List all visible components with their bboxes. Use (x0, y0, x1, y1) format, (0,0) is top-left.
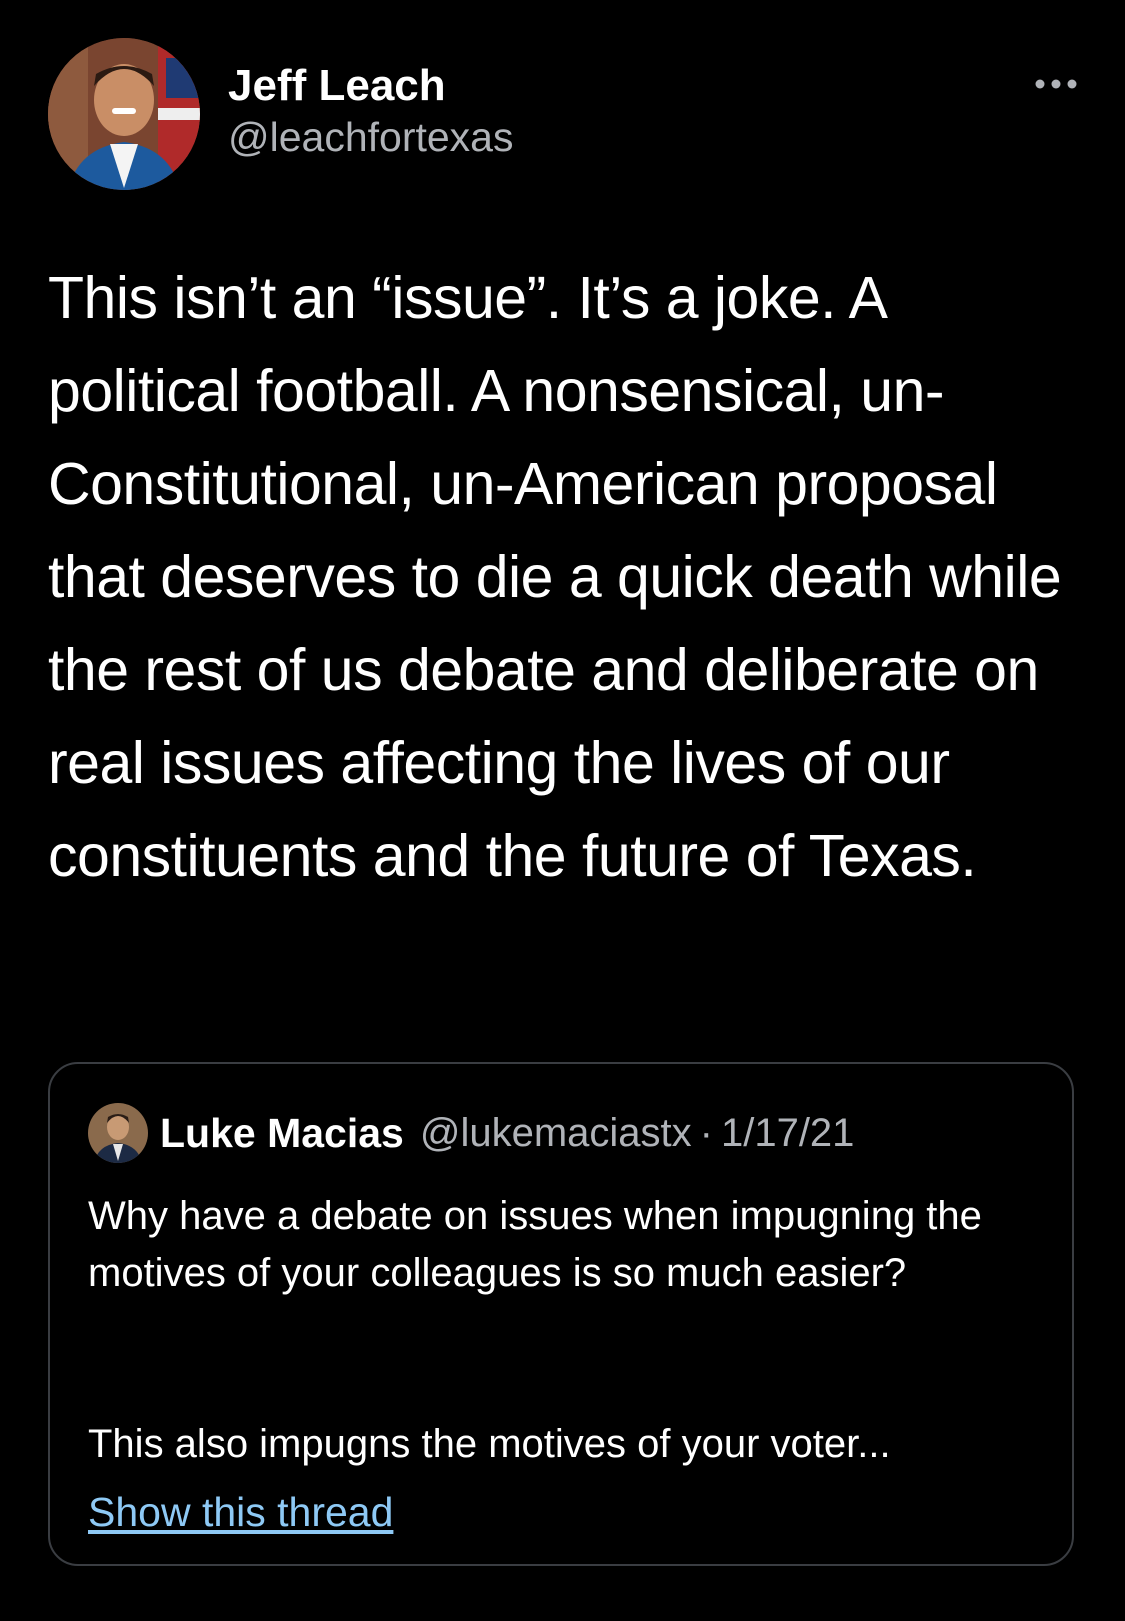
quoted-tweet-text-continued: This also impugns the motives of your vo… (88, 1422, 891, 1466)
quoted-tweet-text: Why have a debate on issues when impugni… (88, 1194, 982, 1295)
quoted-tweet-header: Luke Macias @lukemaciastx · 1/17/21 (88, 1102, 854, 1164)
tweet: Jeff Leach @leachfortexas This isn’t an … (0, 0, 1125, 1621)
author-avatar[interactable] (48, 38, 200, 190)
more-horizontal-icon[interactable] (1034, 74, 1078, 94)
author-display-name[interactable]: Jeff Leach (228, 60, 513, 112)
quoted-author-handle: @lukemaciastx (419, 1110, 692, 1155)
quoted-tweet-card[interactable]: Luke Macias @lukemaciastx · 1/17/21 Why … (48, 1062, 1074, 1566)
quoted-separator: · (699, 1110, 713, 1155)
quoted-date: 1/17/21 (720, 1110, 855, 1155)
quoted-author-display-name: Luke Macias (160, 1109, 404, 1156)
tweet-text: This isn’t an “issue”. It’s a joke. A po… (48, 265, 1078, 889)
show-thread-link[interactable]: Show this thread (88, 1484, 393, 1540)
quoted-author-avatar (88, 1103, 148, 1163)
author-handle[interactable]: @leachfortexas (228, 112, 513, 162)
author-names: Jeff Leach @leachfortexas (228, 60, 513, 162)
tweet-header: Jeff Leach @leachfortexas (48, 38, 1078, 190)
